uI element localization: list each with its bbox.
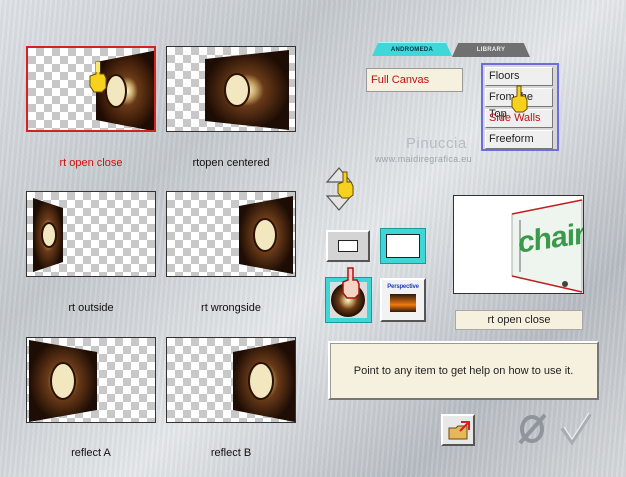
preset-rt-outside[interactable] xyxy=(26,191,156,277)
wheel-image xyxy=(205,50,289,130)
perspective-button[interactable]: Perspective xyxy=(380,278,426,322)
preset-caption: rtopen centered xyxy=(192,157,270,169)
tab-library[interactable]: LIBRARY xyxy=(452,43,530,57)
hand-cursor-icon xyxy=(89,61,107,93)
wheel-image xyxy=(29,340,97,422)
tab-andromeda[interactable]: ANDROMEDA xyxy=(372,42,452,56)
preset-caption: rt outside xyxy=(68,302,114,314)
cancel-icon[interactable] xyxy=(514,410,550,446)
hand-cursor-icon xyxy=(342,267,360,299)
preset-reflect-b[interactable] xyxy=(166,337,296,423)
ok-checkmark-icon[interactable] xyxy=(558,410,594,446)
hand-cursor-icon xyxy=(511,85,528,113)
wheel-image xyxy=(239,196,293,274)
mode-field[interactable]: Full Canvas xyxy=(366,68,463,92)
preset-rt-wrongside[interactable] xyxy=(166,191,296,277)
preset-caption: rt open close xyxy=(59,157,123,169)
wheel-image xyxy=(33,198,63,272)
preset-rtopen-centered[interactable] xyxy=(166,46,296,132)
preset-caption: reflect A xyxy=(71,447,111,459)
wheel-image xyxy=(233,340,295,422)
selected-preset-label: rt open close xyxy=(455,310,583,330)
preset-reflect-a[interactable] xyxy=(26,337,156,423)
watermark-site: www.maidiregrafica.eu xyxy=(375,154,472,164)
small-frame-button[interactable] xyxy=(326,230,370,262)
up-down-arrows-icon[interactable] xyxy=(323,164,363,214)
preset-caption: rt wrongside xyxy=(201,302,261,314)
help-box: Point to any item to get help on how to … xyxy=(328,341,599,400)
watermark-name: Pinuccia xyxy=(406,135,467,152)
large-frame-button[interactable] xyxy=(380,228,426,264)
open-folder-button[interactable] xyxy=(441,414,475,446)
preset-caption: reflect B xyxy=(210,447,252,459)
sunset-image xyxy=(390,294,416,312)
folder-icon xyxy=(448,421,470,440)
perspective-label: Perspective xyxy=(387,284,419,290)
preview-panel: chair xyxy=(453,195,584,294)
menu-item-freeform[interactable]: Freeform xyxy=(485,130,553,149)
